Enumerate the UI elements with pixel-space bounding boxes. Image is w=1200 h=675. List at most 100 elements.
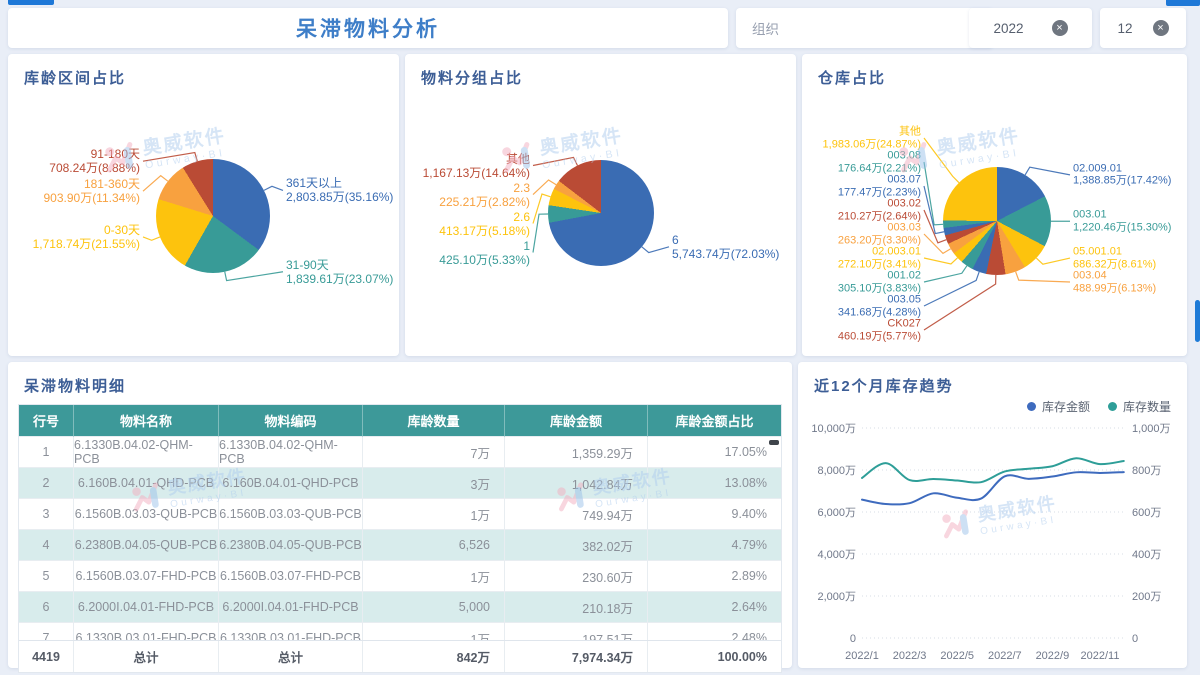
year-filter[interactable]: 2022 × [969, 8, 1092, 48]
table-total-cell: 总计 [74, 641, 219, 672]
watermark-brand: 奥威软件 [140, 121, 227, 161]
pie-slice-label: 其他1,983.06万(24.87%) [823, 126, 921, 151]
warehouse-pie-title: 仓库占比 [802, 54, 1187, 88]
table-cell: 6.160B.04.01-QHD-PCB [74, 468, 219, 499]
trend-legend: 库存金额 库存数量 [1027, 398, 1171, 415]
table-row[interactable]: 46.2380B.04.05-QUB-PCB6.2380B.04.05-QUB-… [19, 530, 781, 561]
svg-text:1,000万: 1,000万 [1132, 423, 1171, 435]
table-row[interactable]: 16.1330B.04.02-QHM-PCB6.1330B.04.02-QHM-… [19, 437, 781, 468]
watermark-brand: 奥威软件 [934, 121, 1021, 161]
year-filter-value: 2022 [993, 21, 1023, 36]
watermark-sub: Ourway·BI [938, 146, 1023, 171]
svg-text:0: 0 [850, 633, 856, 645]
age-pie-disc[interactable] [156, 159, 270, 273]
legend-label: 库存金额 [1042, 398, 1090, 415]
top-left-accent-bar [8, 0, 54, 5]
pie-slice-label: 31-90天1,839.61万(23.07%) [286, 258, 393, 286]
month-clear-icon[interactable]: × [1153, 20, 1169, 36]
table-row[interactable]: 66.2000I.04.01-FHD-PCB6.2000I.04.01-FHD-… [19, 592, 781, 623]
pie-slice-label: 1425.10万(5.33%) [439, 239, 530, 267]
org-filter[interactable]: 组织 [736, 8, 993, 48]
table-cell: 3万 [363, 468, 505, 499]
svg-text:2022/9: 2022/9 [1036, 650, 1070, 662]
table-total-cell: 总计 [219, 641, 363, 672]
table-cell: 210.18万 [505, 592, 648, 623]
table-scrollbar-thumb[interactable] [769, 440, 779, 445]
month-filter[interactable]: 12 × [1100, 8, 1186, 48]
page-scrollbar-thumb[interactable] [1195, 300, 1200, 342]
table-cell: 2 [19, 468, 74, 499]
table-cell: 197.51万 [505, 623, 648, 640]
table-cell: 5 [19, 561, 74, 592]
table-cell: 749.94万 [505, 499, 648, 530]
svg-text:400万: 400万 [1132, 549, 1161, 561]
svg-text:800万: 800万 [1132, 465, 1161, 477]
pie-slice-label: 003.05341.68万(4.28%) [838, 294, 921, 319]
pie-slice-label: 65,743.74万(72.03%) [672, 233, 779, 261]
table-header-cell: 物料编码 [219, 405, 363, 437]
table-row[interactable]: 36.1560B.03.03-QUB-PCB6.1560B.03.03-QUB-… [19, 499, 781, 530]
pie-slice-label: 003.03263.20万(3.30%) [838, 222, 921, 247]
table-cell: 17.05% [648, 437, 781, 468]
table-cell: 6.1330B.04.02-QHM-PCB [219, 437, 363, 468]
table-cell: 1万 [363, 561, 505, 592]
pie-slice-label: 181-360天903.90万(11.34%) [43, 177, 140, 205]
table-row[interactable]: 56.1560B.03.07-FHD-PCB6.1560B.03.07-FHD-… [19, 561, 781, 592]
legend-item[interactable]: 库存金额 [1027, 398, 1090, 415]
svg-text:600万: 600万 [1132, 507, 1161, 519]
table-cell: 6.2380B.04.05-QUB-PCB [219, 530, 363, 561]
svg-text:10,000万: 10,000万 [811, 423, 856, 435]
table-cell: 6 [19, 592, 74, 623]
table-cell: 6.1560B.03.03-QUB-PCB [74, 499, 219, 530]
pie-slice-label: 003.07177.47万(2.23%) [838, 174, 921, 199]
page-title: 呆滞物料分析 [296, 13, 440, 43]
table-cell: 1,042.84万 [505, 468, 648, 499]
month-filter-value: 12 [1117, 21, 1132, 36]
table-cell: 6.1330B.03.01-FHD-PCB [74, 623, 219, 640]
pie-slice-label: 003.04488.99万(6.13%) [1073, 270, 1156, 295]
svg-text:6,000万: 6,000万 [817, 507, 856, 519]
table-cell: 1万 [363, 499, 505, 530]
group-pie-chart: 其他1,167.13万(14.64%)2.3225.21万(2.82%)2.64… [405, 88, 796, 346]
pie-slice-label: CK027460.19万(5.77%) [838, 318, 921, 343]
age-pie-chart: 91-180天708.24万(8.88%)181-360天903.90万(11.… [8, 88, 399, 346]
table-cell: 2.48% [648, 623, 781, 640]
year-clear-icon[interactable]: × [1052, 20, 1068, 36]
svg-text:2022/7: 2022/7 [988, 650, 1022, 662]
legend-label: 库存数量 [1123, 398, 1171, 415]
pie-slice-label: 003.02210.27万(2.64%) [838, 198, 921, 223]
warehouse-pie-disc[interactable] [943, 167, 1051, 275]
table-header-cell: 库龄金额 [505, 405, 648, 437]
pie-slice-label: 91-180天708.24万(8.88%) [49, 147, 140, 175]
table-cell: 1万 [363, 623, 505, 640]
svg-text:4,000万: 4,000万 [817, 549, 856, 561]
table-header-row: 行号物料名称物料编码库龄数量库龄金额库龄金额占比 [19, 405, 781, 437]
detail-table-title: 呆滞物料明细 [8, 362, 792, 396]
table-row[interactable]: 76.1330B.03.01-FHD-PCB6.1330B.03.01-FHD-… [19, 623, 781, 640]
top-right-accent-bar [1166, 0, 1200, 6]
warehouse-pie-card: 仓库占比 其他1,983.06万(24.87%)003.08176.64万(2.… [802, 54, 1187, 356]
svg-text:2022/3: 2022/3 [893, 650, 927, 662]
svg-text:2022/11: 2022/11 [1081, 650, 1120, 662]
table-cell: 6.160B.04.01-QHD-PCB [219, 468, 363, 499]
table-cell: 6.1560B.03.07-FHD-PCB [219, 561, 363, 592]
page-title-card: 呆滞物料分析 [8, 8, 728, 48]
pie-slice-label: 003.08176.64万(2.21%) [838, 150, 921, 175]
table-total-cell: 842万 [363, 641, 505, 672]
table-cell: 6.2000I.04.01-FHD-PCB [219, 592, 363, 623]
trend-plot: 002,000万200万4,000万400万6,000万600万8,000万80… [800, 414, 1185, 666]
detail-table-card: 呆滞物料明细 行号物料名称物料编码库龄数量库龄金额库龄金额占比 16.1330B… [8, 362, 792, 668]
legend-item[interactable]: 库存数量 [1108, 398, 1171, 415]
group-pie-disc[interactable] [548, 160, 654, 266]
pie-slice-label: 05.001.01686.32万(8.61%) [1073, 246, 1156, 271]
table-cell: 6.1560B.03.07-FHD-PCB [74, 561, 219, 592]
table-cell: 6.1330B.03.01-FHD-PCB [219, 623, 363, 640]
table-body: 16.1330B.04.02-QHM-PCB6.1330B.04.02-QHM-… [19, 437, 781, 640]
table-header-cell: 库龄金额占比 [648, 405, 781, 437]
table-cell: 6.2380B.04.05-QUB-PCB [74, 530, 219, 561]
group-pie-title: 物料分组占比 [405, 54, 796, 88]
pie-slice-label: 361天以上2,803.85万(35.16%) [286, 176, 393, 204]
table-row[interactable]: 26.160B.04.01-QHD-PCB6.160B.04.01-QHD-PC… [19, 468, 781, 499]
pie-slice-label: 0-30天1,718.74万(21.55%) [33, 223, 140, 251]
pie-slice-label: 001.02305.10万(3.83%) [838, 270, 921, 295]
